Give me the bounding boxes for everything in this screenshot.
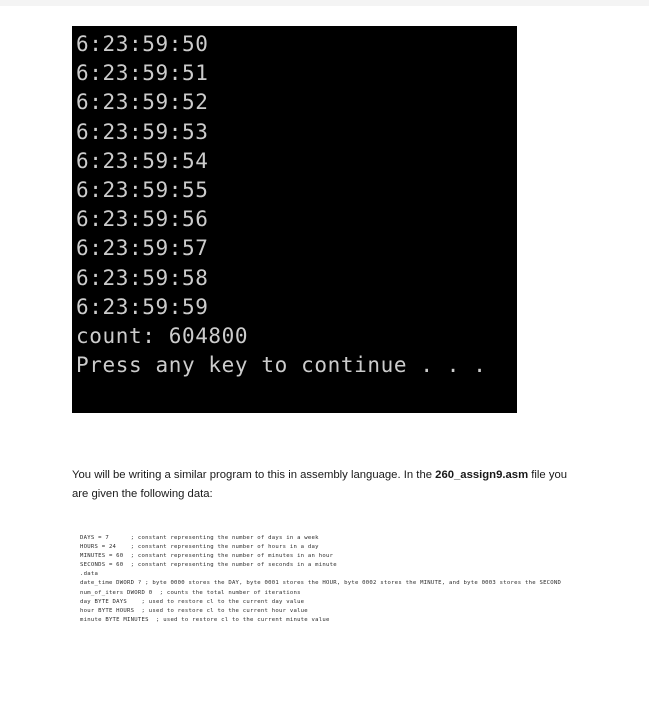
code-line-minutes-constant: MINUTES = 60 ; constant representing the… [80,553,334,560]
assembly-code-listing: DAYS = 7 ; constant representing the num… [80,534,640,625]
code-line-day: day BYTE DAYS ; used to restore cl to th… [80,598,305,605]
console-line: 6:23:59:51 [76,61,209,86]
code-line-hour: hour BYTE HOURS ; used to restore cl to … [80,607,308,614]
paragraph-text-before-filename: You will be writing a similar program to… [72,469,436,481]
code-line-data-directive: .data [80,571,99,578]
code-line-date-time: date_time DWORD ? ; byte 0000 stores the… [80,580,562,587]
console-line: 6:23:59:52 [76,90,209,115]
console-line: 6:23:59:50 [76,32,209,56]
assignment-filename: 260_assign9.asm [435,469,529,481]
console-line: 6:23:59:55 [76,178,209,203]
console-press-any-key-prompt: Press any key to continue . . . [76,353,487,378]
console-line: 6:23:59:53 [76,119,209,144]
console-output-window: 6:23:59:50 6:23:59:51 6:23:59:52 6:23:59… [72,26,517,413]
page-top-strip [0,0,649,6]
code-line-minute: minute BYTE MINUTES ; used to restore cl… [80,616,330,623]
console-line: 6:23:59:57 [76,236,209,261]
console-line: 6:23:59:56 [76,207,209,232]
console-line: 6:23:59:58 [76,265,209,290]
console-line: 6:23:59:54 [76,148,209,173]
code-line-hours-constant: HOURS = 24 ; constant representing the n… [80,544,319,551]
instruction-paragraph: You will be writing a similar program to… [72,466,572,504]
console-line: 6:23:59:59 [76,294,209,319]
code-line-seconds-constant: SECONDS = 60 ; constant representing the… [80,562,337,569]
code-line-num-of-iters: num_of_iters DWORD 0 ; counts the total … [80,589,301,596]
console-count-line: count: 604800 [76,324,249,349]
code-line-days-constant: DAYS = 7 ; constant representing the num… [80,535,319,541]
